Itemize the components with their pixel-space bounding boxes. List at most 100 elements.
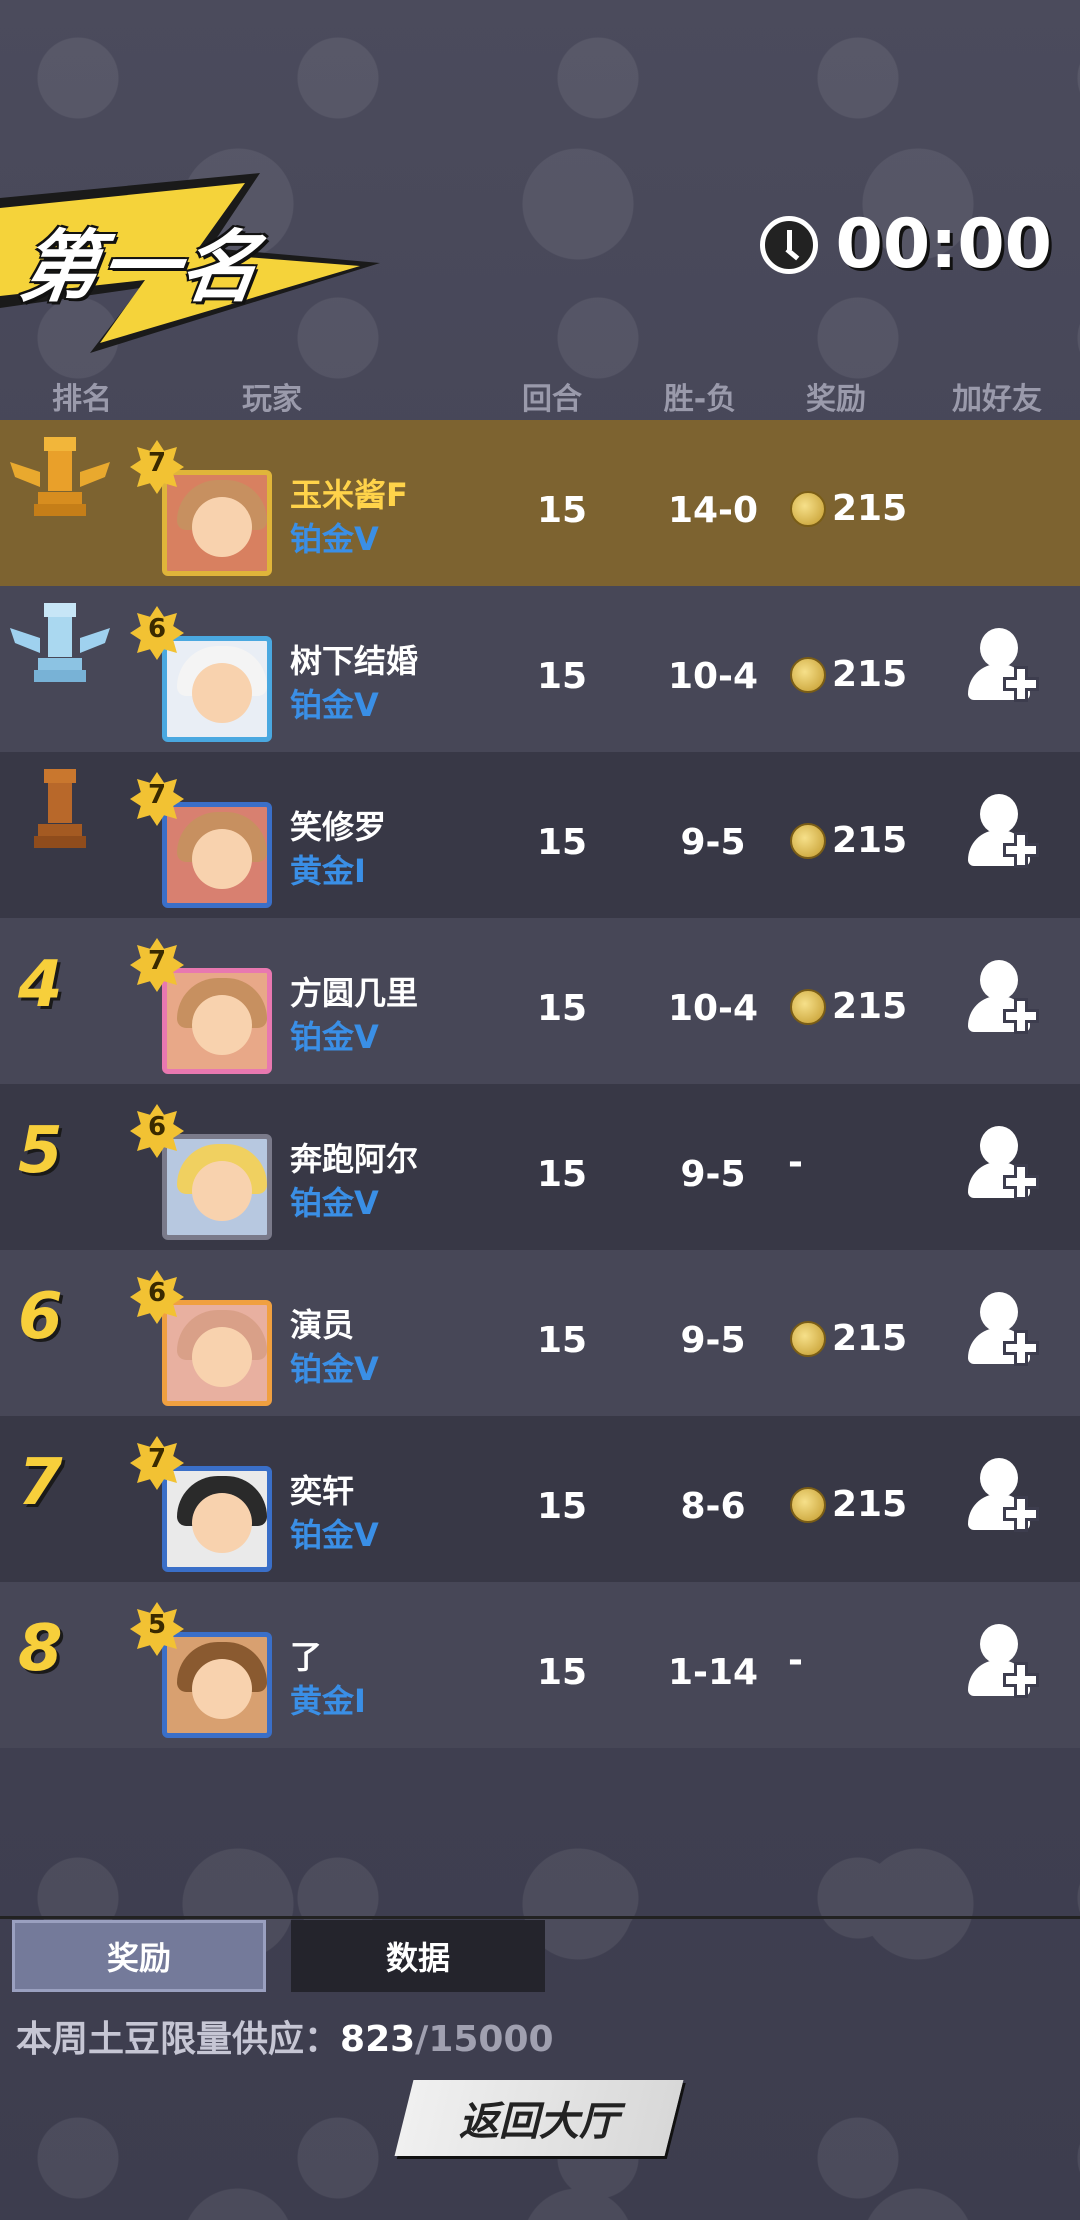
reward: 215 xyxy=(790,1318,907,1359)
win-loss-value: 9-5 xyxy=(680,1320,746,1361)
rounds-value: 15 xyxy=(536,1652,588,1693)
player-tier: 铂金V xyxy=(290,1516,379,1554)
back-to-lobby-label: 返回大厅 xyxy=(459,2099,619,2145)
add-friend-button[interactable] xyxy=(968,1624,1036,1704)
player-tier: 黄金I xyxy=(290,1682,366,1720)
level-number: 5 xyxy=(147,1610,167,1640)
table-row[interactable]: 5 6 奔跑阿尔 铂金V 15 9-5 - xyxy=(0,1084,1080,1250)
add-friend-button[interactable] xyxy=(968,1126,1036,1206)
weekly-supply: 本周土豆限量供应：823/15000 xyxy=(16,2010,554,2062)
silver-rook-trophy-icon xyxy=(10,603,110,682)
player-tier: 铂金V xyxy=(290,1350,379,1388)
win-loss-value: 9-5 xyxy=(680,822,746,863)
tab-reward[interactable]: 奖励 xyxy=(12,1920,266,1992)
avatar[interactable] xyxy=(162,1134,272,1240)
player-tier: 铂金V xyxy=(290,1184,379,1222)
rank-number: 5 xyxy=(18,1114,63,1188)
placement-title: 第一名 xyxy=(14,223,268,313)
reward-value: 215 xyxy=(832,488,908,529)
level-number: 7 xyxy=(147,1444,167,1474)
potato-coin-icon xyxy=(790,1320,826,1357)
player-name: 奔跑阿尔 xyxy=(290,1140,419,1178)
rounds-value: 15 xyxy=(536,1320,588,1361)
supply-current: 823 xyxy=(340,2019,416,2060)
supply-label: 本周土豆限量供应： xyxy=(16,2019,341,2060)
table-row[interactable]: 6 树下结婚 铂金V 15 10-4 215 xyxy=(0,586,1080,752)
level-number: 6 xyxy=(147,1112,167,1142)
reward-value: 215 xyxy=(832,654,908,695)
reward-value: 215 xyxy=(832,1318,908,1359)
avatar[interactable] xyxy=(162,802,272,908)
avatar[interactable] xyxy=(162,1632,272,1738)
player-name: 了 xyxy=(290,1638,323,1676)
reward-value: - xyxy=(788,1640,803,1681)
tab-data[interactable]: 数据 xyxy=(291,1920,545,1992)
add-friend-button[interactable] xyxy=(968,794,1036,874)
reward-value: 215 xyxy=(832,820,908,861)
player-tier: 黄金I xyxy=(290,852,366,890)
timer: 00:00 xyxy=(759,205,1052,284)
level-number: 7 xyxy=(147,946,167,976)
potato-coin-icon xyxy=(790,1486,826,1523)
player-name: 玉米酱F xyxy=(290,476,408,514)
add-friend-button[interactable] xyxy=(968,960,1036,1040)
timer-text: 00:00 xyxy=(835,205,1052,284)
divider xyxy=(0,1916,1080,1919)
gold-rook-trophy-icon xyxy=(10,437,110,516)
header-reward: 奖励 xyxy=(806,382,866,417)
win-loss-value: 1-14 xyxy=(667,1652,759,1693)
player-tier: 铂金V xyxy=(290,686,379,724)
rounds-value: 15 xyxy=(536,490,588,531)
rank-number: 7 xyxy=(18,1446,63,1520)
header-rank: 排名 xyxy=(52,382,112,417)
avatar[interactable] xyxy=(162,636,272,742)
rounds-value: 15 xyxy=(536,1486,588,1527)
table-row[interactable]: 7 玉米酱F 铂金V 15 14-0 215 xyxy=(0,420,1080,586)
win-loss-value: 9-5 xyxy=(680,1154,746,1195)
rank-number: 4 xyxy=(18,948,63,1022)
supply-max: /15000 xyxy=(415,2019,554,2060)
table-row[interactable]: 4 7 方圆几里 铂金V 15 10-4 215 xyxy=(0,918,1080,1084)
header-player: 玩家 xyxy=(242,382,302,417)
reward-value: 215 xyxy=(832,1484,908,1525)
level-number: 7 xyxy=(147,448,167,478)
player-name: 演员 xyxy=(290,1306,355,1344)
rounds-value: 15 xyxy=(536,1154,588,1195)
header-win-loss: 胜-负 xyxy=(663,382,737,417)
header-add-friend: 加好友 xyxy=(952,382,1042,417)
reward: 215 xyxy=(790,986,907,1027)
level-number: 6 xyxy=(147,1278,167,1308)
level-number: 6 xyxy=(147,614,167,644)
player-name: 方圆几里 xyxy=(290,974,419,1012)
reward: 215 xyxy=(790,1484,907,1525)
add-friend-button[interactable] xyxy=(968,1458,1036,1538)
avatar[interactable] xyxy=(162,968,272,1074)
win-loss-value: 8-6 xyxy=(680,1486,746,1527)
back-to-lobby-button[interactable]: 返回大厅 xyxy=(394,2080,684,2156)
rounds-value: 15 xyxy=(536,656,588,697)
potato-coin-icon xyxy=(790,988,826,1025)
add-friend-button[interactable] xyxy=(968,628,1036,708)
player-name: 树下结婚 xyxy=(290,642,419,680)
reward-value: - xyxy=(788,1142,803,1183)
bronze-rook-trophy-icon xyxy=(34,769,86,848)
table-row[interactable]: 7 笑修罗 黄金I 15 9-5 215 xyxy=(0,752,1080,918)
rounds-value: 15 xyxy=(536,822,588,863)
player-name: 奕轩 xyxy=(290,1472,355,1510)
table-row[interactable]: 7 7 奕轩 铂金V 15 8-6 215 xyxy=(0,1416,1080,1582)
potato-coin-icon xyxy=(790,656,826,693)
rank-number: 6 xyxy=(18,1280,63,1354)
player-name: 笑修罗 xyxy=(290,808,387,846)
header-rounds: 回合 xyxy=(522,382,582,417)
avatar[interactable] xyxy=(162,1300,272,1406)
avatar[interactable] xyxy=(162,1466,272,1572)
table-row[interactable]: 8 5 了 黄金I 15 1-14 - xyxy=(0,1582,1080,1748)
table-row[interactable]: 6 6 演员 铂金V 15 9-5 215 xyxy=(0,1250,1080,1416)
add-friend-button[interactable] xyxy=(968,1292,1036,1372)
avatar[interactable] xyxy=(162,470,272,576)
reward: 215 xyxy=(790,654,907,695)
table-header: 排名 玩家 回合 胜-负 奖励 加好友 xyxy=(0,368,1080,418)
clock-icon xyxy=(759,215,818,274)
win-loss-value: 10-4 xyxy=(667,988,759,1029)
player-tier: 铂金V xyxy=(290,1018,379,1056)
